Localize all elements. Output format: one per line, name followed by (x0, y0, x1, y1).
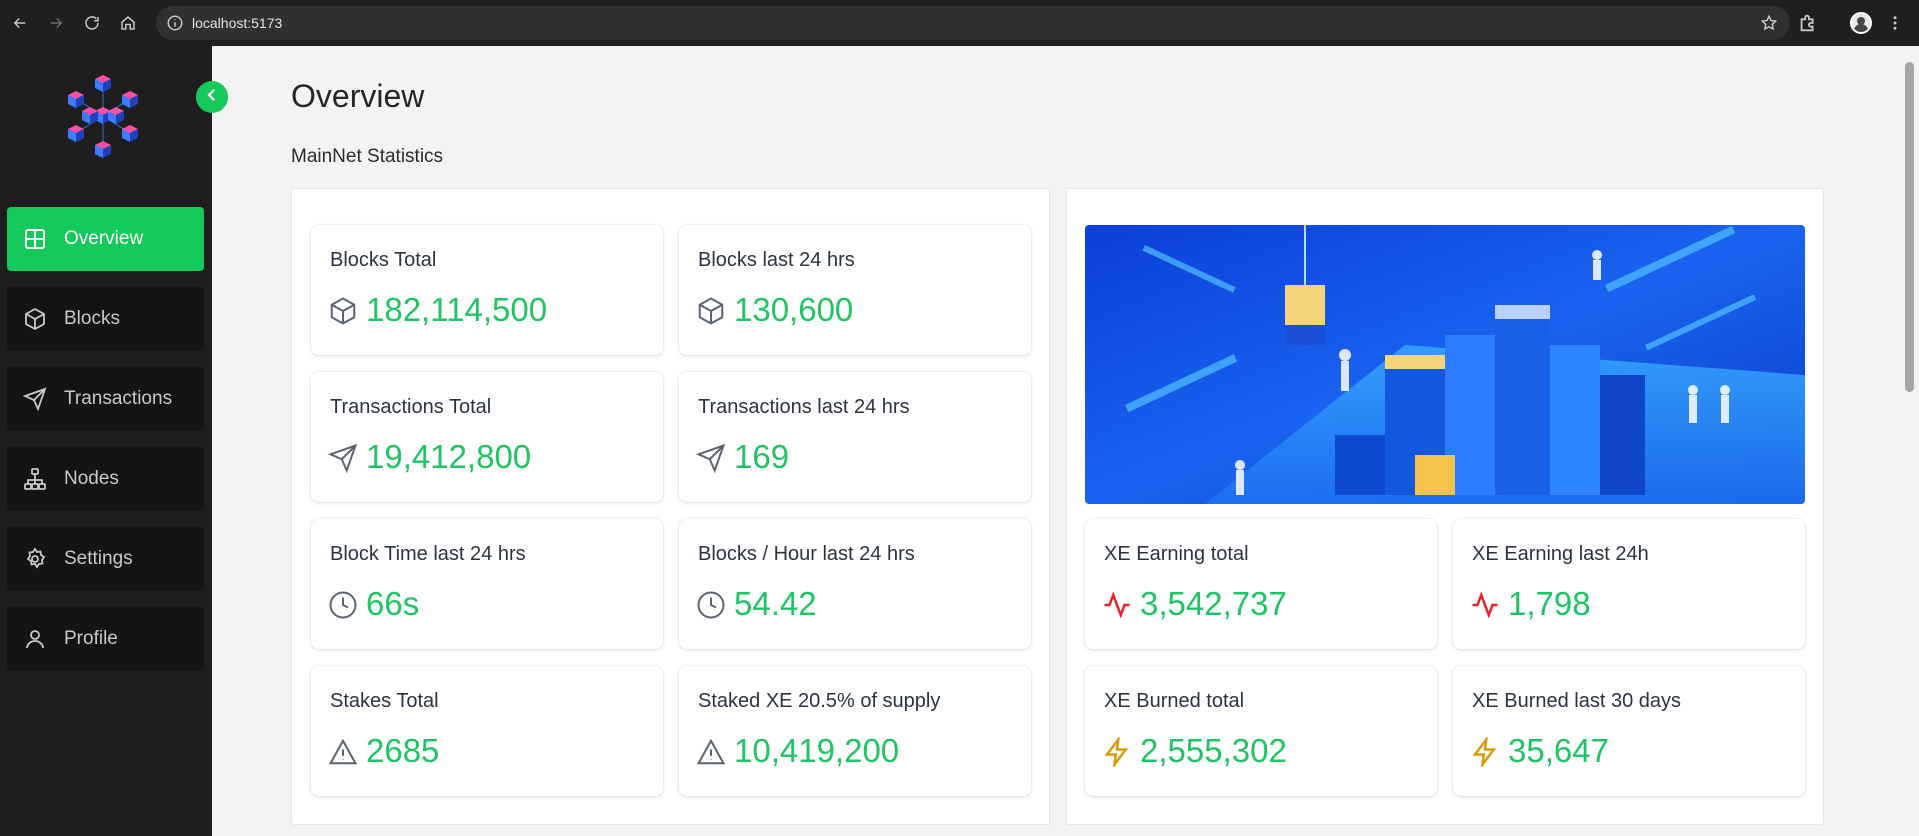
profile-avatar[interactable] (1850, 12, 1872, 34)
extensions-icon[interactable] (1797, 12, 1819, 34)
stats-panel-right: XE Earning total 3,542,737 XE Earning la… (1066, 188, 1824, 825)
sidebar: Overview Blocks Transactions Nodes Setti… (0, 46, 212, 836)
page-scrollbar[interactable] (1905, 62, 1914, 392)
url-text[interactable]: localhost:5173 (192, 15, 282, 31)
sidebar-item-settings[interactable]: Settings (7, 527, 204, 591)
stat-card-blocks-total: Blocks Total 182,114,500 (311, 225, 663, 355)
bookmark-star-icon[interactable] (1760, 14, 1778, 32)
send-icon (327, 443, 358, 474)
stat-label: XE Earning last 24h (1472, 543, 1649, 565)
stat-card-xe-earning-total: XE Earning total 3,542,737 (1085, 519, 1437, 649)
section-subtitle: MainNet Statistics (291, 146, 444, 167)
stat-label: Blocks / Hour last 24 hrs (698, 543, 915, 565)
sidebar-item-label: Profile (64, 628, 118, 649)
stat-card-block-time: Block Time last 24 hrs 66s (311, 519, 663, 649)
stat-value: 54.42 (734, 585, 817, 622)
stat-card-transactions-24h: Transactions last 24 hrs 169 (679, 372, 1031, 502)
stat-label: XE Burned total (1104, 690, 1245, 712)
forward-arrow-icon[interactable] (45, 12, 67, 34)
send-icon (695, 443, 726, 474)
back-arrow-icon[interactable] (9, 12, 31, 34)
activity-icon (1470, 590, 1500, 620)
sidebar-item-label: Blocks (64, 308, 120, 329)
app-logo[interactable] (58, 71, 148, 161)
reload-icon[interactable] (81, 12, 103, 34)
network-icon (22, 466, 48, 492)
cube-icon (696, 296, 726, 326)
home-icon[interactable] (117, 12, 139, 34)
stat-card-staked-xe: Staked XE 20.5% of supply 10,419,200 (679, 666, 1031, 796)
stat-label: Blocks Total (330, 249, 437, 271)
sidebar-item-label: Settings (64, 548, 133, 569)
clock-icon (696, 590, 726, 620)
cube-icon (22, 306, 48, 332)
gear-icon (22, 546, 48, 572)
stat-value: 3,542,737 (1140, 585, 1287, 622)
stat-label: XE Burned last 30 days (1472, 690, 1682, 712)
page-title: Overview (291, 78, 425, 114)
stat-card-blocks-per-hour: Blocks / Hour last 24 hrs 54.42 (679, 519, 1031, 649)
stat-label: Transactions Total (330, 396, 492, 418)
chevron-left-icon (203, 86, 221, 109)
warning-icon (696, 737, 726, 767)
stat-card-stakes-total: Stakes Total 2685 (311, 666, 663, 796)
site-info-icon[interactable] (166, 14, 184, 32)
lightning-icon (1470, 734, 1500, 770)
grid-icon (22, 226, 48, 252)
stat-card-xe-burned-total: XE Burned total 2,555,302 (1085, 666, 1437, 796)
sidebar-item-overview[interactable]: Overview (7, 207, 204, 271)
stat-label: Stakes Total (330, 690, 439, 712)
sidebar-item-blocks[interactable]: Blocks (7, 287, 204, 351)
send-icon (22, 386, 48, 412)
stat-label: Block Time last 24 hrs (330, 543, 526, 565)
address-bar[interactable]: localhost:5173 (156, 6, 1790, 40)
cube-icon (328, 296, 358, 326)
clock-icon (328, 590, 358, 620)
warning-icon (328, 737, 358, 767)
stats-panel-left: Blocks Total 182,114,500 Blocks last 24 … (291, 188, 1050, 825)
stat-value: 169 (734, 438, 790, 475)
stat-value: 2685 (366, 732, 440, 769)
sidebar-item-profile[interactable]: Profile (7, 607, 204, 671)
hero-illustration (1085, 225, 1805, 504)
stat-value: 10,419,200 (734, 732, 900, 769)
stat-value: 2,555,302 (1140, 732, 1287, 769)
stat-value: 182,114,500 (366, 291, 548, 328)
activity-icon (1102, 590, 1132, 620)
stat-card-xe-burned-30d: XE Burned last 30 days 35,647 (1453, 666, 1805, 796)
collapse-sidebar-button[interactable] (196, 81, 228, 113)
sidebar-item-nodes[interactable]: Nodes (7, 447, 204, 511)
stat-value: 35,647 (1508, 732, 1609, 769)
lightning-icon (1102, 734, 1132, 770)
stat-label: Blocks last 24 hrs (698, 249, 855, 271)
stat-label: Staked XE 20.5% of supply (698, 690, 941, 712)
sidebar-item-transactions[interactable]: Transactions (7, 367, 204, 431)
stat-card-xe-earning-24h: XE Earning last 24h 1,798 (1453, 519, 1805, 649)
stat-label: XE Earning total (1104, 543, 1249, 565)
stat-value: 19,412,800 (366, 438, 532, 475)
browser-toolbar: localhost:5173 (0, 0, 1919, 46)
sidebar-item-label: Overview (64, 228, 144, 249)
kebab-menu-icon[interactable] (1886, 12, 1904, 34)
stat-card-transactions-total: Transactions Total 19,412,800 (311, 372, 663, 502)
sidebar-item-label: Transactions (64, 388, 173, 409)
stat-label: Transactions last 24 hrs (698, 396, 910, 418)
stat-value: 130,600 (734, 291, 854, 328)
stat-value: 66s (366, 585, 420, 622)
stat-card-blocks-24h: Blocks last 24 hrs 130,600 (679, 225, 1031, 355)
user-icon (22, 626, 48, 652)
stat-value: 1,798 (1508, 585, 1591, 622)
sidebar-item-label: Nodes (64, 468, 119, 489)
